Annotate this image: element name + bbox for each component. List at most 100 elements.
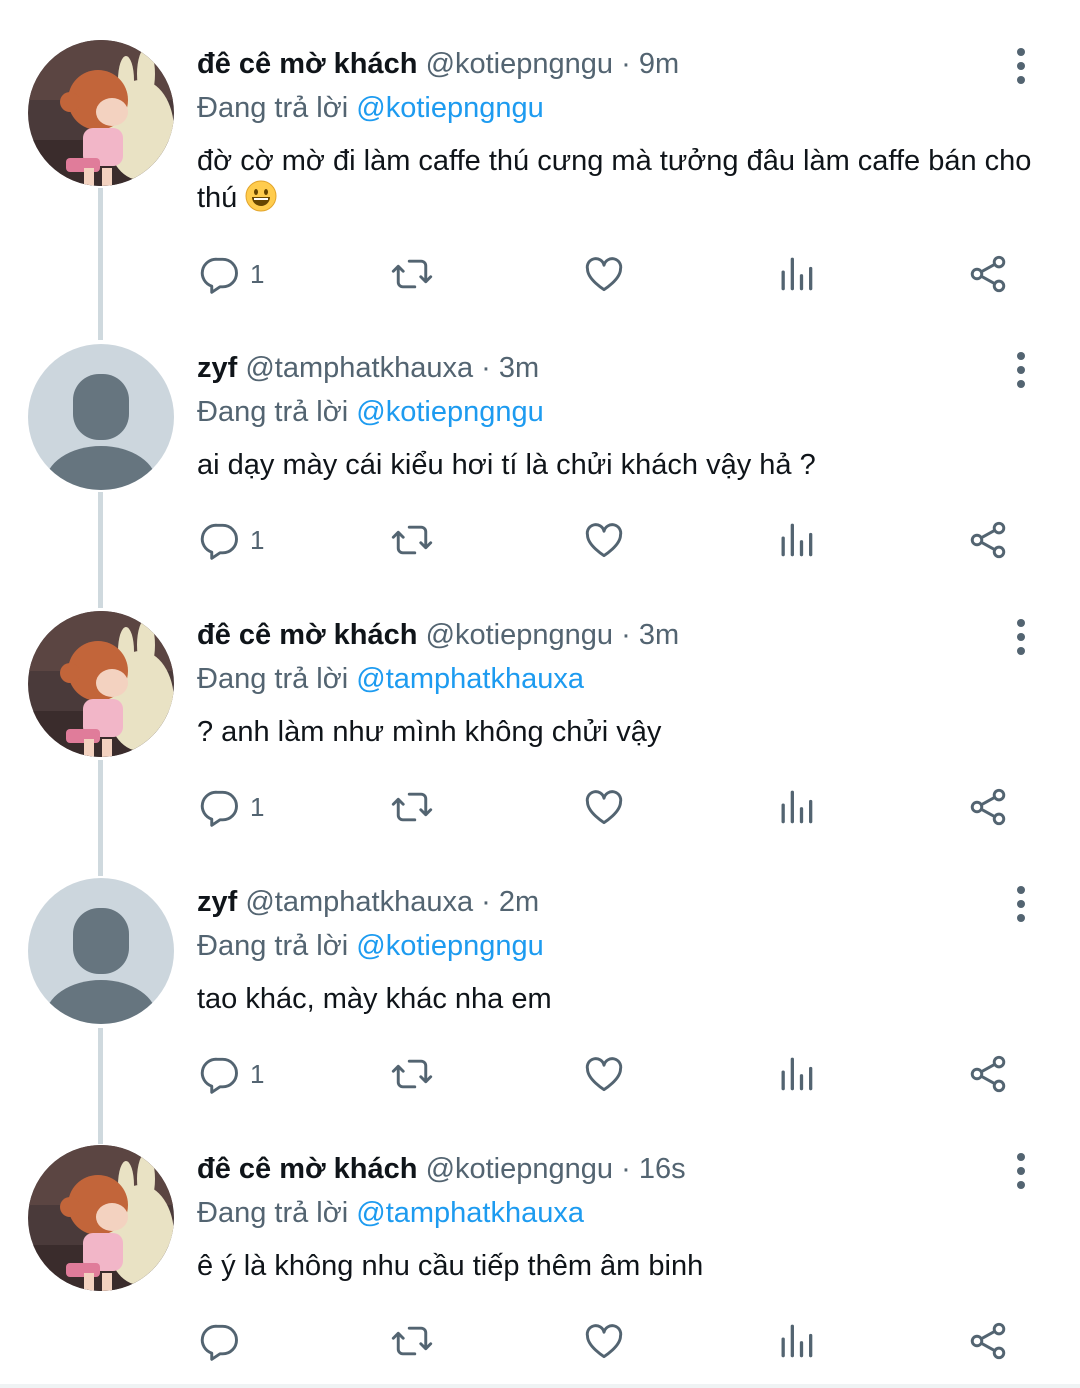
reply-button[interactable]: 1 <box>198 250 264 298</box>
reply-icon <box>198 252 242 296</box>
reply-button[interactable]: 1 <box>198 516 264 564</box>
share-icon <box>966 1319 1010 1363</box>
avatar[interactable] <box>28 40 174 186</box>
tweet-header: đê cê mờ khách @kotiepngngu · 16s <box>197 1151 686 1187</box>
reply-count: 1 <box>250 791 265 822</box>
display-name[interactable]: zyf <box>197 352 237 384</box>
user-handle[interactable]: @kotiepngngu <box>426 1153 613 1185</box>
tweet-text: ê ý là không nhu cầu tiếp thêm âm binh <box>197 1250 704 1282</box>
tweet[interactable]: đê cê mờ khách @kotiepngngu · 3m Đang tr… <box>0 611 1080 841</box>
views-button[interactable] <box>774 250 818 298</box>
reply-button[interactable]: 1 <box>198 783 264 831</box>
display-name[interactable]: đê cê mờ khách <box>197 1153 418 1185</box>
mention-link[interactable]: @kotiepngngu <box>356 930 543 962</box>
timestamp[interactable]: 3m <box>499 352 539 384</box>
share-icon <box>966 1052 1010 1096</box>
separator: · <box>621 1153 631 1185</box>
more-options-icon[interactable] <box>1004 350 1038 390</box>
share-button[interactable] <box>966 1050 1010 1098</box>
tweet-text: ai dạy mày cái kiểu hơi tí là chửi khách… <box>197 449 816 481</box>
share-icon <box>966 785 1010 829</box>
views-icon <box>774 1052 818 1096</box>
more-options-icon[interactable] <box>1004 1151 1038 1191</box>
reply-icon <box>198 1052 242 1096</box>
views-button[interactable] <box>774 1050 818 1098</box>
like-button[interactable] <box>582 1050 626 1098</box>
mention-link[interactable]: @kotiepngngu <box>356 92 543 124</box>
avatar[interactable] <box>28 878 174 1024</box>
replying-to: Đang trả lời @kotiepngngu <box>197 90 544 126</box>
retweet-button[interactable] <box>390 1317 434 1365</box>
share-button[interactable] <box>966 783 1010 831</box>
replying-to: Đang trả lời @kotiepngngu <box>197 928 544 964</box>
display-name[interactable]: zyf <box>197 886 237 918</box>
like-button[interactable] <box>582 1317 626 1365</box>
retweet-icon <box>390 1052 434 1096</box>
replying-to: Đang trả lời @tamphatkhauxa <box>197 1195 584 1231</box>
tweet-text: đờ cờ mờ đi làm caffe thú cưng mà tưởng … <box>197 143 1057 217</box>
share-icon <box>966 518 1010 562</box>
avatar[interactable] <box>28 611 174 757</box>
like-button[interactable] <box>582 783 626 831</box>
tweet-actions: 1 <box>0 250 1080 298</box>
more-options-icon[interactable] <box>1004 46 1038 86</box>
divider <box>0 1384 1080 1388</box>
views-icon <box>774 1319 818 1363</box>
retweet-button[interactable] <box>390 250 434 298</box>
reply-count: 1 <box>250 524 265 555</box>
avatar[interactable] <box>28 344 174 490</box>
timestamp[interactable]: 16s <box>639 1153 686 1185</box>
views-icon <box>774 252 818 296</box>
tweet[interactable]: zyf @tamphatkhauxa · 3m Đang trả lời @ko… <box>0 344 1080 574</box>
retweet-icon <box>390 1319 434 1363</box>
replying-label: Đang trả lời <box>197 930 349 962</box>
share-button[interactable] <box>966 250 1010 298</box>
timestamp[interactable]: 2m <box>499 886 539 918</box>
replying-label: Đang trả lời <box>197 1197 349 1229</box>
reply-button[interactable]: 1 <box>198 1050 264 1098</box>
tweet[interactable]: zyf @tamphatkhauxa · 2m Đang trả lời @ko… <box>0 878 1080 1108</box>
reply-icon <box>198 1319 242 1363</box>
retweet-icon <box>390 785 434 829</box>
views-button[interactable] <box>774 516 818 564</box>
like-button[interactable] <box>582 250 626 298</box>
like-button[interactable] <box>582 516 626 564</box>
mention-link[interactable]: @kotiepngngu <box>356 396 543 428</box>
retweet-button[interactable] <box>390 516 434 564</box>
retweet-icon <box>390 252 434 296</box>
more-options-icon[interactable] <box>1004 617 1038 657</box>
tweet[interactable]: đê cê mờ khách @kotiepngngu · 16s Đang t… <box>0 1145 1080 1375</box>
user-handle[interactable]: @tamphatkhauxa <box>245 352 473 384</box>
more-options-icon[interactable] <box>1004 884 1038 924</box>
reply-icon <box>198 785 242 829</box>
user-handle[interactable]: @tamphatkhauxa <box>245 886 473 918</box>
mention-link[interactable]: @tamphatkhauxa <box>356 1197 584 1229</box>
tweet[interactable]: đê cê mờ khách @kotiepngngu · 9m Đang tr… <box>0 40 1080 320</box>
timestamp[interactable]: 3m <box>639 619 679 651</box>
grinning-face-emoji <box>245 180 277 212</box>
replying-to: Đang trả lời @tamphatkhauxa <box>197 661 584 697</box>
replying-to: Đang trả lời @kotiepngngu <box>197 394 544 430</box>
tweet-header: đê cê mờ khách @kotiepngngu · 9m <box>197 46 679 82</box>
display-name[interactable]: đê cê mờ khách <box>197 619 418 651</box>
tweet-header: đê cê mờ khách @kotiepngngu · 3m <box>197 617 679 653</box>
tweet-header: zyf @tamphatkhauxa · 2m <box>197 884 539 920</box>
retweet-button[interactable] <box>390 1050 434 1098</box>
retweet-icon <box>390 518 434 562</box>
views-button[interactable] <box>774 783 818 831</box>
views-icon <box>774 518 818 562</box>
share-button[interactable] <box>966 516 1010 564</box>
reply-button[interactable] <box>198 1317 242 1365</box>
timestamp[interactable]: 9m <box>639 48 679 80</box>
user-handle[interactable]: @kotiepngngu <box>426 48 613 80</box>
display-name[interactable]: đê cê mờ khách <box>197 48 418 80</box>
tweet-header: zyf @tamphatkhauxa · 3m <box>197 350 539 386</box>
separator: · <box>481 886 491 918</box>
user-handle[interactable]: @kotiepngngu <box>426 619 613 651</box>
avatar[interactable] <box>28 1145 174 1291</box>
replying-label: Đang trả lời <box>197 396 349 428</box>
mention-link[interactable]: @tamphatkhauxa <box>356 663 584 695</box>
share-button[interactable] <box>966 1317 1010 1365</box>
retweet-button[interactable] <box>390 783 434 831</box>
views-button[interactable] <box>774 1317 818 1365</box>
